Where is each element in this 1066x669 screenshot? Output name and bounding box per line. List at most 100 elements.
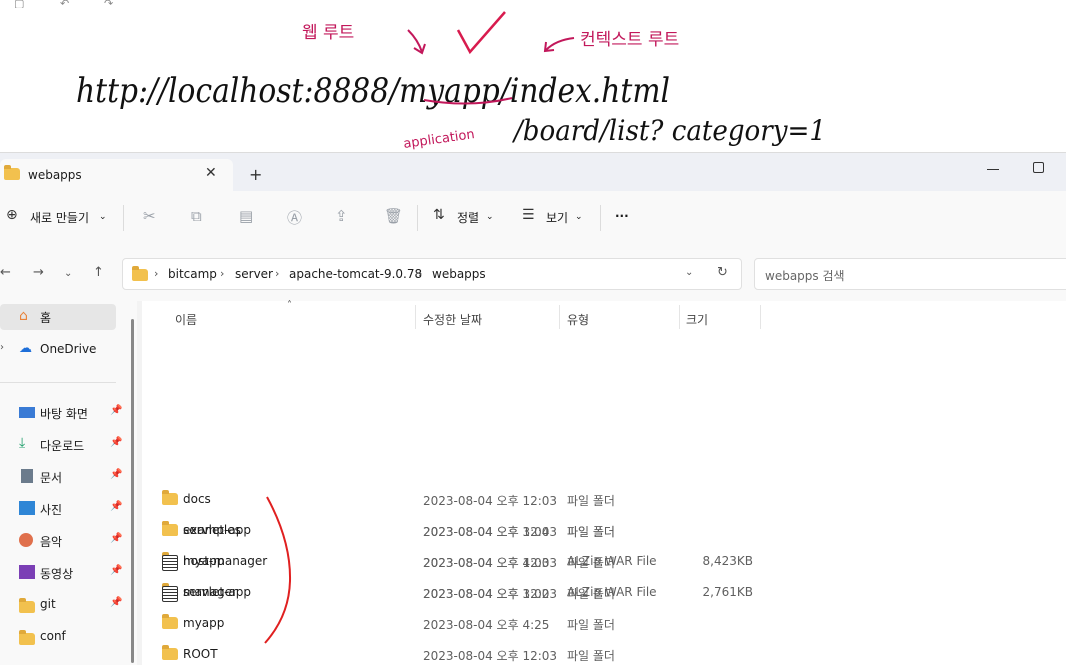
column-header-size[interactable]: 크기 [686, 311, 708, 328]
sort-chevron-icon[interactable]: ⌄ [486, 212, 494, 222]
file-type: 파일 폴더 [567, 494, 615, 508]
up-arrow-icon[interactable]: ↑ [93, 265, 104, 280]
new-dropdown-chevron-icon[interactable]: ⌄ [99, 212, 107, 222]
sidebar-item-conf[interactable]: conf [0, 624, 128, 650]
list-item[interactable]: servlet-app 2023-08-04 오후 3:04 파일 폴더 [152, 516, 1052, 545]
paste-icon[interactable]: ▤ [239, 207, 253, 225]
view-chevron-icon[interactable]: ⌄ [575, 212, 583, 222]
war-file-icon [162, 586, 178, 602]
pin-icon[interactable]: 📌 [110, 469, 122, 480]
minimize-button[interactable] [987, 169, 999, 170]
column-header-modified[interactable]: 수정한 날짜 [423, 311, 482, 328]
breadcrumb-server[interactable]: server [235, 267, 273, 281]
sidebar-item-label: 문서 [40, 471, 63, 485]
file-name: myapp [183, 554, 225, 568]
new-button[interactable]: 새로 만들기 [30, 209, 89, 226]
pin-icon[interactable]: 📌 [110, 597, 122, 608]
tab-webapps[interactable]: webapps ✕ [0, 159, 233, 191]
back-arrow-icon[interactable]: ← [0, 265, 11, 280]
sort-button[interactable]: 정렬 [457, 209, 479, 226]
war-file-icon [162, 555, 178, 571]
expand-chevron-icon[interactable]: › [0, 342, 4, 353]
sidebar-item-home[interactable]: ⌂ 홈 [0, 304, 116, 330]
pin-icon[interactable]: 📌 [110, 565, 122, 576]
breadcrumb-webapps[interactable]: webapps [432, 267, 486, 281]
view-button[interactable]: 보기 [546, 209, 568, 226]
tab-title: webapps [28, 168, 82, 182]
rename-icon[interactable]: Ⓐ [287, 207, 302, 228]
sidebar-item-label: git [40, 597, 56, 611]
pin-icon[interactable]: 📌 [110, 437, 122, 448]
share-icon[interactable]: ⇪ [335, 207, 348, 225]
close-tab-button[interactable]: ✕ [205, 165, 217, 181]
search-placeholder: webapps 검색 [765, 269, 845, 283]
sidebar-item-label: 다운로드 [40, 439, 85, 453]
tab-bar: webapps ✕ + [0, 153, 1066, 191]
pin-icon[interactable]: 📌 [110, 501, 122, 512]
notes-drawing: 웹 루트 컨텍스트 루트 http://localhost:8888/myapp… [76, 11, 826, 152]
checkmark-icon [456, 11, 506, 55]
file-modified: 2023-08-04 오후 12:03 [423, 494, 558, 508]
pictures-icon [19, 501, 35, 515]
download-icon: ⤓ [19, 435, 26, 451]
cloud-icon: ☁ [19, 341, 32, 356]
pin-icon[interactable]: 📌 [110, 405, 122, 416]
cut-icon[interactable]: ✂ [143, 207, 156, 225]
column-divider[interactable] [559, 305, 560, 329]
chevron-right-icon[interactable]: › [275, 267, 279, 280]
delete-icon[interactable]: 🗑 [384, 207, 403, 225]
chevron-right-icon[interactable]: › [418, 267, 422, 280]
file-modified: 2023-08-04 오후 3:02 [423, 587, 550, 601]
list-item[interactable]: myapp 2023-08-04 오후 4:03 ALZip WAR File … [152, 547, 1052, 576]
chevron-right-icon[interactable]: › [154, 267, 158, 280]
column-divider[interactable] [415, 305, 416, 329]
sidebar-item-label: conf [40, 629, 66, 643]
forward-arrow-icon[interactable]: → [33, 265, 44, 280]
list-item[interactable]: servlet-app 2023-08-04 오후 3:02 ALZip WAR… [152, 578, 1052, 607]
divider [600, 205, 601, 231]
sidebar-item-downloads[interactable]: ⤓ 다운로드 📌 [0, 432, 128, 458]
folder-icon [132, 266, 148, 281]
copy-icon[interactable]: ⧉ [191, 207, 202, 225]
sidebar-item-music[interactable]: 음악 📌 [0, 528, 128, 554]
navigation-pane: ⌂ 홈 › ☁ OneDrive 바탕 화면 📌 ⤓ 다운로드 📌 문서 📌 사… [0, 301, 137, 665]
sidebar-item-videos[interactable]: 동영상 📌 [0, 560, 128, 586]
plus-circle-icon: ⊕ [6, 207, 18, 223]
sidebar-item-label: 홈 [40, 311, 52, 325]
pin-icon[interactable]: 📌 [110, 533, 122, 544]
file-size: 8,423KB [702, 554, 753, 568]
column-divider[interactable] [760, 305, 761, 329]
sidebar-item-git[interactable]: git 📌 [0, 592, 128, 618]
chevron-right-icon[interactable]: › [220, 267, 224, 280]
list-item[interactable]: docs 2023-08-04 오후 12:03 파일 폴더 [152, 485, 1052, 514]
history-dropdown-icon[interactable]: ⌄ [685, 267, 693, 278]
context-root-label: 컨텍스트 루트 [580, 30, 679, 50]
sidebar-scrollbar[interactable] [131, 319, 134, 663]
search-box[interactable]: webapps 검색 [754, 258, 1066, 290]
folder-icon [162, 521, 178, 536]
file-name: docs [183, 492, 211, 506]
handwritten-notes: ▢ ↶ ↷ 웹 루트 컨텍스트 루트 http://localhost:8888… [0, 0, 1066, 152]
recent-chevron-icon[interactable]: ⌄ [64, 268, 72, 279]
sidebar-item-label: 사진 [40, 503, 63, 517]
file-name: servlet-app [183, 523, 252, 537]
breadcrumb-apache-tomcat[interactable]: apache-tomcat-9.0.78 [289, 267, 422, 281]
file-name: servlet-app [183, 585, 252, 599]
sidebar-item-documents[interactable]: 문서 📌 [0, 464, 128, 490]
more-options-button[interactable]: ··· [615, 209, 629, 223]
divider [123, 205, 124, 231]
column-divider[interactable] [679, 305, 680, 329]
refresh-icon[interactable]: ↻ [717, 265, 728, 280]
sidebar-item-label: 바탕 화면 [40, 407, 88, 421]
sidebar-item-pictures[interactable]: 사진 📌 [0, 496, 128, 522]
breadcrumb-bitcamp[interactable]: bitcamp [168, 267, 217, 281]
column-header-type[interactable]: 유형 [567, 311, 589, 328]
application-label: application [402, 127, 475, 152]
address-bar[interactable]: › bitcamp › server › apache-tomcat-9.0.7… [122, 258, 742, 290]
folder-icon [162, 490, 178, 505]
maximize-button[interactable] [1033, 162, 1044, 173]
column-header-name[interactable]: 이름 [175, 311, 197, 328]
sidebar-item-desktop[interactable]: 바탕 화면 📌 [0, 400, 128, 426]
sidebar-item-onedrive[interactable]: › ☁ OneDrive [0, 337, 128, 363]
new-tab-button[interactable]: + [249, 165, 262, 184]
